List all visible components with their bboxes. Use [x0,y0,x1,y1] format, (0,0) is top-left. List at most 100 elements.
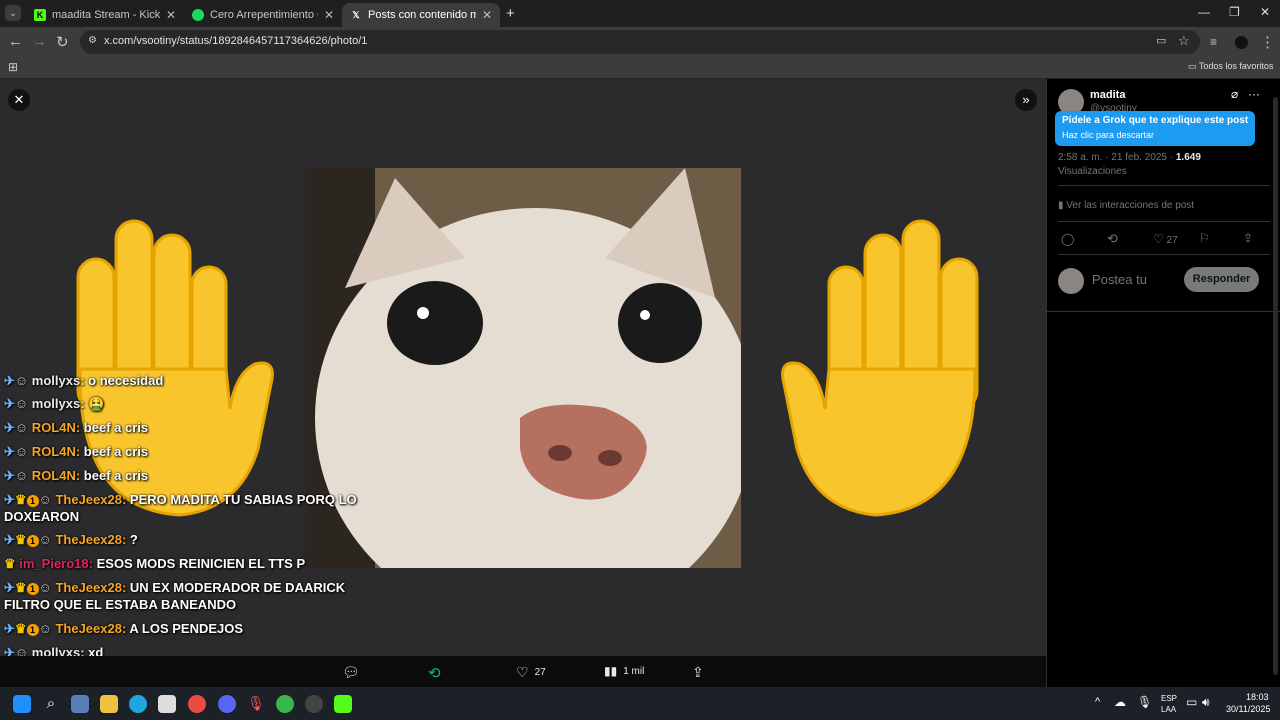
close-icon[interactable]: ✕ [166,8,176,22]
tab-kick-dashboard[interactable]: K maadita Stream - Kick Dashboa ✕ [26,3,184,27]
more-options-icon[interactable]: ··· [1248,87,1260,101]
install-app-icon[interactable]: ▭ [1156,34,1166,47]
address-bar[interactable]: ⚙ x.com/vsootiny/status/1892846457117364… [80,30,1200,54]
crown-badge-icon: ♛ [14,492,27,507]
sword-badge-icon: ✈ [4,580,15,595]
x-icon: 𝕏 [352,9,360,20]
divider [1058,221,1270,222]
close-icon[interactable]: ✕ [482,8,492,22]
like-button[interactable]: ♡ 27 [516,664,546,681]
bear-badge-icon: ☺ [14,373,29,388]
sword-badge-icon: ✈ [4,621,15,636]
sword-badge-icon: ✈ [4,468,15,483]
cloud-icon[interactable]: ☁ [1114,695,1126,709]
volume-icon[interactable]: 🔊︎ [1202,695,1210,710]
share-icon[interactable]: ⇪ [1243,231,1253,245]
clock-time[interactable]: 18:03 [1246,692,1269,702]
post-interactions-link[interactable]: ▮ Ver las interacciones de post [1058,200,1194,211]
chat-message: ♛ im_Piero18: ESOS MODS REINICIEN EL TTS… [4,555,305,572]
repost-icon[interactable]: ⟲ [428,664,441,682]
keyboard-layout[interactable]: LAA [1161,705,1176,714]
chat-username: ROL4N: [28,444,81,459]
tab-x-post[interactable]: 𝕏 Posts con contenido multimed ✕ [342,3,500,27]
repost-icon[interactable]: ⟲ [1107,231,1118,247]
chat-username: mollyxs: [28,373,85,388]
chat-text-continued: DOXEARON [4,509,80,524]
tab-title: maadita Stream - Kick Dashboa [52,9,160,21]
raised-hand-right [781,219,979,517]
search-icon[interactable]: ⌕ [42,695,60,713]
bookmark-star-icon[interactable]: ☆ [1178,33,1190,49]
url-text: x.com/vsootiny/status/189284645711736462… [104,35,368,47]
divider [1047,311,1280,312]
crown-badge-icon: ♛ [14,621,27,636]
grok-tooltip[interactable]: Pídele a Grok que te explique este post … [1055,111,1255,146]
apps-icon[interactable]: ⊞ [8,60,18,74]
clock-date[interactable]: 30/11/2025 [1226,704,1270,714]
start-icon[interactable] [13,695,31,713]
author-name[interactable]: madita [1090,89,1125,101]
reply-button[interactable]: Responder [1184,267,1259,292]
bar-chart-icon: ▮ [1058,200,1064,211]
chat-text: 🤮 [84,396,105,411]
reply-icon[interactable]: ◯ [1061,232,1074,246]
share-icon[interactable]: ⇪ [692,664,704,681]
close-viewer-button[interactable]: ✕ [8,89,30,111]
minimize-icon[interactable]: — [1198,5,1210,19]
bear-badge-icon: ☺ [14,420,29,435]
forward-icon[interactable]: → [32,33,47,50]
reply-input[interactable]: Postea tu [1092,272,1147,287]
chat-username: TheJeex28: [51,580,127,595]
divider [1058,185,1270,186]
avatar [1058,268,1084,294]
menu-icon[interactable]: ⋮ [1260,33,1275,51]
chat-text: o necesidad [84,373,164,388]
post-timestamp: 2:58 a. m. · 21 feb. 2025 · 1.649 [1058,152,1201,163]
views-button[interactable]: ▮▮ 1 mil [604,664,644,678]
reload-icon[interactable]: ↻ [56,33,69,51]
microphone-icon[interactable]: 🎙︎ [247,695,265,713]
grok-icon[interactable]: ⌀ [1231,87,1238,101]
xbox-icon[interactable] [276,695,294,713]
avatar[interactable] [1235,36,1248,49]
media-control-icon[interactable]: ≡ [1210,35,1217,49]
view-count: 1 mil [623,665,645,677]
spotify-icon [192,9,204,21]
file-explorer-icon[interactable] [100,695,118,713]
close-icon[interactable]: ✕ [324,8,334,22]
mic-tray-icon[interactable]: 🎙︎ [1137,695,1152,709]
bear-badge-icon: ☺ [38,532,52,547]
bookmark-icon[interactable]: ⚐ [1199,231,1210,245]
expand-panel-button[interactable]: » [1015,89,1037,111]
reply-icon[interactable]: 💬︎ [342,664,360,681]
scrollbar[interactable] [1273,97,1278,675]
tray-chevron-icon[interactable]: ^ [1095,696,1100,708]
one-badge-icon: 1 [26,495,39,507]
browser-toolbar: ← → ↻ ⚙ x.com/vsootiny/status/1892846457… [0,27,1280,57]
back-icon[interactable]: ← [8,33,23,50]
all-bookmarks[interactable]: ▭ Todos los favoritos [1188,61,1273,72]
like-button[interactable]: ♡ 27 [1153,232,1178,246]
store-icon[interactable] [158,695,176,713]
restore-icon[interactable]: ❐ [1229,5,1240,19]
site-info-icon[interactable]: ⚙ [88,35,97,46]
widgets-icon[interactable] [71,695,89,713]
discord-icon[interactable] [218,695,236,713]
obs-icon[interactable] [305,695,323,713]
bear-badge-icon: ☺ [14,444,29,459]
bear-badge-icon: ☺ [38,492,52,507]
tab-spotify[interactable]: Cero Arrepentimiento • TheDa ✕ [184,3,342,27]
sword-badge-icon: ✈ [4,373,15,388]
chrome-icon[interactable] [188,695,206,713]
language-indicator[interactable]: ESP [1161,694,1177,703]
timestamp-text: 2:58 a. m. · 21 feb. 2025 · [1058,152,1176,163]
one-badge-icon: 1 [26,624,39,636]
kick-app-icon[interactable] [334,695,352,713]
bear-badge-icon: ☺ [38,580,52,595]
chat-text: ESOS MODS REINICIEN EL TTS P [92,556,306,571]
tab-search-button[interactable]: ⌄ [5,5,21,21]
window-close-icon[interactable]: ✕ [1260,5,1270,19]
new-tab-button[interactable]: + [506,5,515,22]
edge-icon[interactable] [129,695,147,713]
network-icon[interactable]: ▭ [1186,695,1197,709]
